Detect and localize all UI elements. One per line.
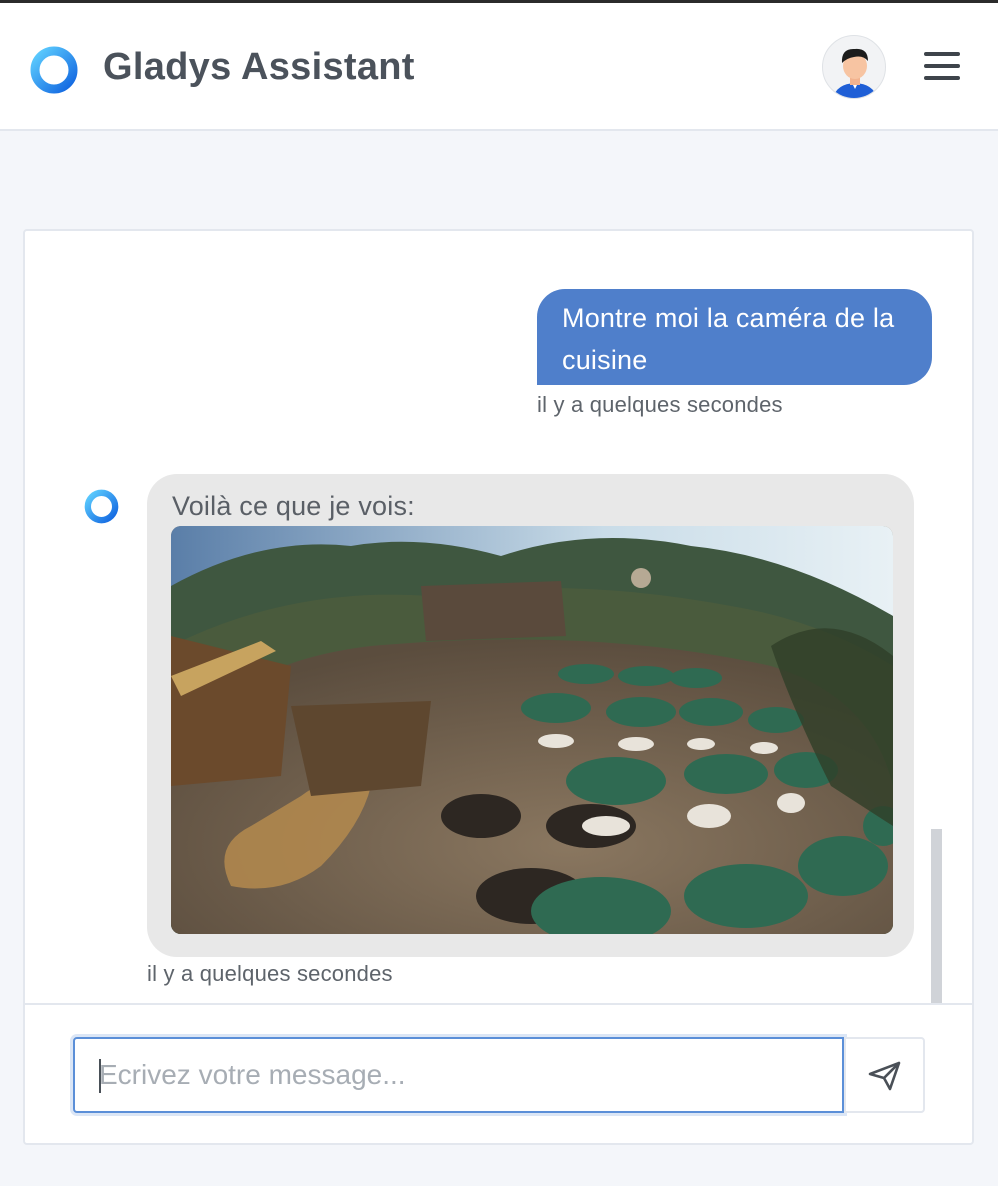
chat-scrollbar[interactable]	[931, 829, 942, 1003]
chat-card: Montre moi la caméra de la cuisine il y …	[23, 229, 974, 1145]
bot-message-bubble: Voilà ce que je vois:	[147, 474, 914, 957]
send-button[interactable]	[844, 1037, 925, 1113]
paper-plane-send-icon	[868, 1061, 901, 1091]
user-avatar-icon	[833, 48, 877, 98]
bot-message-timestamp: il y a quelques secondes	[147, 961, 393, 986]
user-message-bubble: Montre moi la caméra de la cuisine	[537, 289, 932, 385]
hamburger-menu-button[interactable]	[924, 52, 960, 80]
message-composer	[25, 1003, 972, 1143]
app-title[interactable]: Gladys Assistant	[103, 46, 415, 89]
bot-message-text: Voilà ce que je vois:	[172, 491, 415, 521]
text-caret	[99, 1059, 101, 1093]
hamburger-menu-icon	[924, 52, 960, 56]
chat-message-list[interactable]: Montre moi la caméra de la cuisine il y …	[25, 231, 972, 1003]
camera-scene	[171, 526, 893, 934]
message-input[interactable]	[73, 1037, 844, 1113]
camera-image[interactable]	[171, 526, 893, 934]
top-navbar: Gladys Assistant	[0, 3, 998, 131]
bot-avatar-icon	[84, 489, 119, 524]
gladys-logo-icon[interactable]	[27, 43, 81, 97]
user-avatar[interactable]	[822, 35, 886, 99]
user-message-timestamp: il y a quelques secondes	[537, 392, 783, 417]
